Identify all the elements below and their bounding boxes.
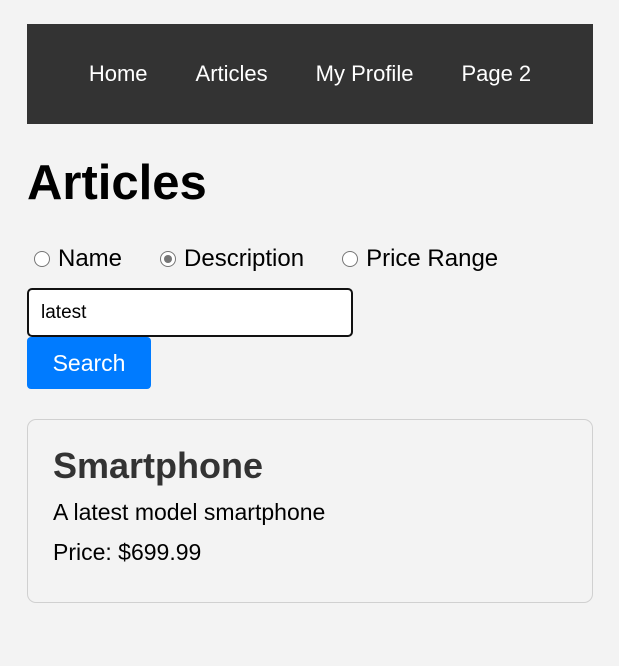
result-price: Price: $699.99 (53, 539, 202, 565)
page: Home Articles My Profile Page 2 Articles… (0, 0, 619, 666)
page-title: Articles (27, 156, 207, 210)
radio-button-description[interactable] (160, 251, 177, 267)
filter-option-price-range[interactable]: Price Range (342, 244, 498, 274)
filter-option-name[interactable]: Name (34, 244, 122, 274)
filter-label-price-range: Price Range (366, 245, 499, 272)
radio-button-name[interactable] (34, 251, 50, 267)
result-card: Smartphone A latest model smartphone Pri… (27, 419, 593, 603)
filter-label-name: Name (58, 245, 123, 272)
nav-link-my-profile[interactable]: My Profile (292, 24, 438, 124)
search-input[interactable] (27, 288, 353, 337)
radio-button-price-range[interactable] (342, 251, 359, 267)
nav-link-articles[interactable]: Articles (172, 24, 292, 124)
nav-link-home[interactable]: Home (65, 24, 172, 124)
result-title: Smartphone (53, 445, 264, 486)
search-filter-group: Name Description Price Range (34, 244, 536, 274)
nav-link-page-2[interactable]: Page 2 (437, 24, 555, 124)
filter-label-description: Description (184, 245, 305, 272)
top-navbar: Home Articles My Profile Page 2 (27, 24, 593, 124)
result-description: A latest model smartphone (53, 499, 326, 525)
search-button[interactable]: Search (27, 337, 151, 389)
filter-option-description[interactable]: Description (160, 244, 304, 274)
